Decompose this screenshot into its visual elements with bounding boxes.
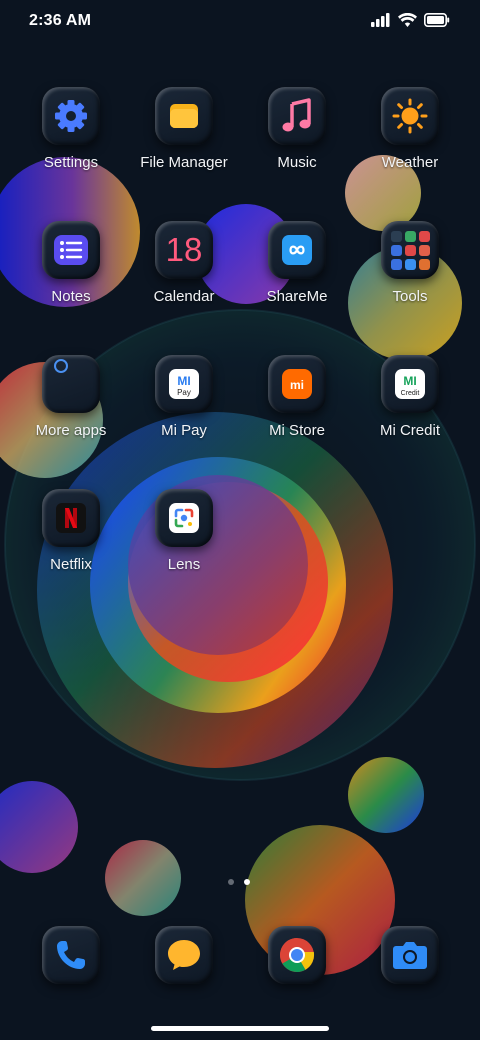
app-label: Mi Credit bbox=[379, 422, 440, 439]
app-mi-credit[interactable]: MI Credit Mi Credit bbox=[354, 355, 466, 439]
status-bar: 2:36 AM bbox=[0, 0, 480, 44]
dock-phone[interactable] bbox=[42, 926, 100, 984]
app-file-manager[interactable]: File Manager bbox=[128, 87, 240, 171]
list-icon bbox=[54, 235, 88, 265]
music-note-icon bbox=[282, 98, 311, 132]
wifi-icon bbox=[398, 13, 417, 27]
google-icon bbox=[54, 359, 68, 373]
app-netflix[interactable]: Netflix bbox=[15, 489, 127, 573]
app-music[interactable]: Music bbox=[241, 87, 353, 171]
app-mi-pay[interactable]: MI Pay Mi Pay bbox=[128, 355, 240, 439]
home-indicator[interactable] bbox=[151, 1026, 329, 1031]
messages-icon bbox=[168, 940, 200, 970]
dock-messages[interactable] bbox=[155, 926, 213, 984]
folder-tools[interactable]: Tools bbox=[354, 221, 466, 305]
netflix-icon bbox=[56, 503, 86, 533]
app-label: Settings bbox=[43, 154, 99, 171]
app-label: Lens bbox=[167, 556, 201, 573]
app-shareme[interactable]: ShareMe bbox=[241, 221, 353, 305]
app-label: Weather bbox=[381, 154, 439, 171]
status-icons bbox=[371, 13, 450, 27]
app-calendar[interactable]: 18 Calendar bbox=[128, 221, 240, 305]
app-weather[interactable]: Weather bbox=[354, 87, 466, 171]
gear-icon bbox=[55, 100, 87, 132]
app-label: File Manager bbox=[140, 154, 228, 171]
svg-text:Credit: Credit bbox=[401, 390, 420, 397]
app-label: Tools bbox=[392, 288, 428, 305]
app-label: Mi Store bbox=[269, 422, 325, 439]
page-indicator bbox=[228, 879, 250, 885]
app-label: Netflix bbox=[50, 556, 92, 573]
page-dot-active[interactable] bbox=[244, 879, 250, 885]
mi-store-icon: mi bbox=[282, 369, 312, 399]
folder-grid-icon bbox=[390, 230, 430, 270]
folder-more-apps[interactable]: More apps bbox=[15, 355, 127, 439]
app-lens[interactable]: Lens bbox=[128, 489, 240, 573]
app-notes[interactable]: Notes bbox=[15, 221, 127, 305]
lens-icon bbox=[169, 503, 199, 533]
calendar-day-number: 18 bbox=[165, 231, 203, 268]
dock-camera[interactable] bbox=[381, 926, 439, 984]
infinity-icon bbox=[282, 235, 312, 265]
signal-icon bbox=[371, 13, 390, 27]
svg-text:mi: mi bbox=[290, 378, 304, 392]
camera-icon bbox=[393, 942, 427, 969]
mi-pay-icon: MI Pay bbox=[169, 369, 199, 399]
svg-text:Pay: Pay bbox=[177, 388, 191, 397]
app-label: ShareMe bbox=[266, 288, 328, 305]
page-dot[interactable] bbox=[228, 879, 234, 885]
app-mi-store[interactable]: mi Mi Store bbox=[241, 355, 353, 439]
svg-text:MI: MI bbox=[177, 374, 190, 388]
app-label: Notes bbox=[51, 288, 91, 305]
battery-icon bbox=[424, 13, 450, 27]
app-label: More apps bbox=[35, 422, 107, 439]
app-settings[interactable]: Settings bbox=[15, 87, 127, 171]
dock-chrome[interactable] bbox=[268, 926, 326, 984]
folder-icon bbox=[170, 104, 198, 128]
app-label: Music bbox=[277, 154, 317, 171]
app-label: Mi Pay bbox=[161, 422, 207, 439]
chrome-icon bbox=[280, 938, 315, 972]
phone-icon bbox=[57, 941, 85, 969]
app-label: Calendar bbox=[153, 288, 215, 305]
svg-text:MI: MI bbox=[403, 374, 416, 388]
status-time: 2:36 AM bbox=[29, 12, 92, 29]
sun-icon bbox=[392, 98, 428, 134]
mi-credit-icon: MI Credit bbox=[395, 369, 425, 399]
